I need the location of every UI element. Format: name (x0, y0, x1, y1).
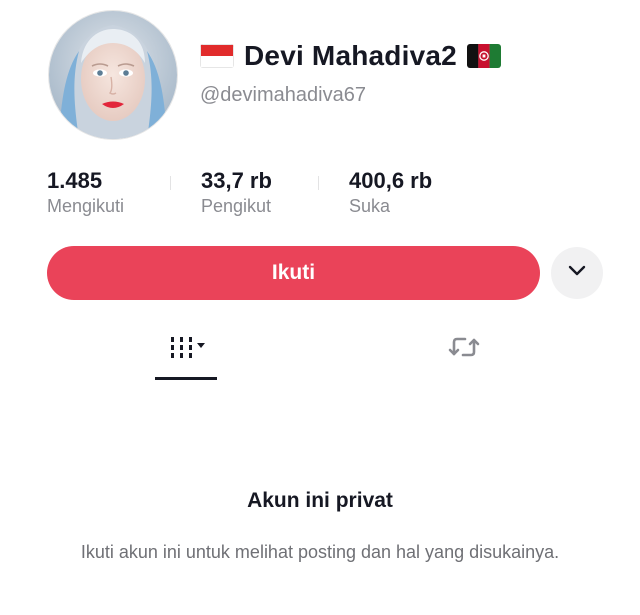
more-options-button[interactable] (551, 247, 603, 299)
stat-likes-value: 400,6 rb (349, 168, 433, 193)
stat-followers-label: Pengikut (201, 196, 272, 216)
username: @devimahadiva67 (200, 84, 366, 106)
flag-indonesia-icon (200, 44, 234, 68)
active-tab-indicator (155, 377, 217, 380)
repost-icon (447, 332, 481, 367)
grid-icon (163, 332, 209, 367)
stat-likes-label: Suka (349, 196, 391, 216)
display-name: Devi Mahadiva2 (244, 40, 457, 71)
profile-stats: 1.485 Mengikuti 33,7 rb Pengikut 400,6 r… (47, 168, 432, 218)
chevron-down-icon (568, 264, 586, 282)
profile-name-row: Devi Mahadiva2 (200, 40, 501, 72)
tab-reposts[interactable] (436, 320, 492, 378)
flag-afghanistan-icon (466, 44, 501, 68)
stat-likes[interactable]: 400,6 rb Suka (349, 168, 432, 218)
avatar[interactable] (48, 10, 178, 140)
avatar-image (49, 11, 177, 139)
stat-followers-value: 33,7 rb (201, 168, 272, 193)
follow-button[interactable]: Ikuti (47, 246, 540, 300)
stat-followers[interactable]: 33,7 rb Pengikut (201, 168, 318, 218)
stat-following-label: Mengikuti (47, 196, 125, 216)
tab-videos[interactable] (155, 320, 217, 378)
stat-following[interactable]: 1.485 Mengikuti (47, 168, 170, 218)
private-account-description: Ikuti akun ini untuk melihat posting dan… (80, 542, 560, 562)
stat-following-value: 1.485 (47, 168, 103, 193)
stat-divider (170, 176, 171, 190)
stat-divider (318, 176, 319, 190)
profile-tabs (0, 320, 640, 382)
private-account-title: Akun ini privat (247, 489, 393, 512)
